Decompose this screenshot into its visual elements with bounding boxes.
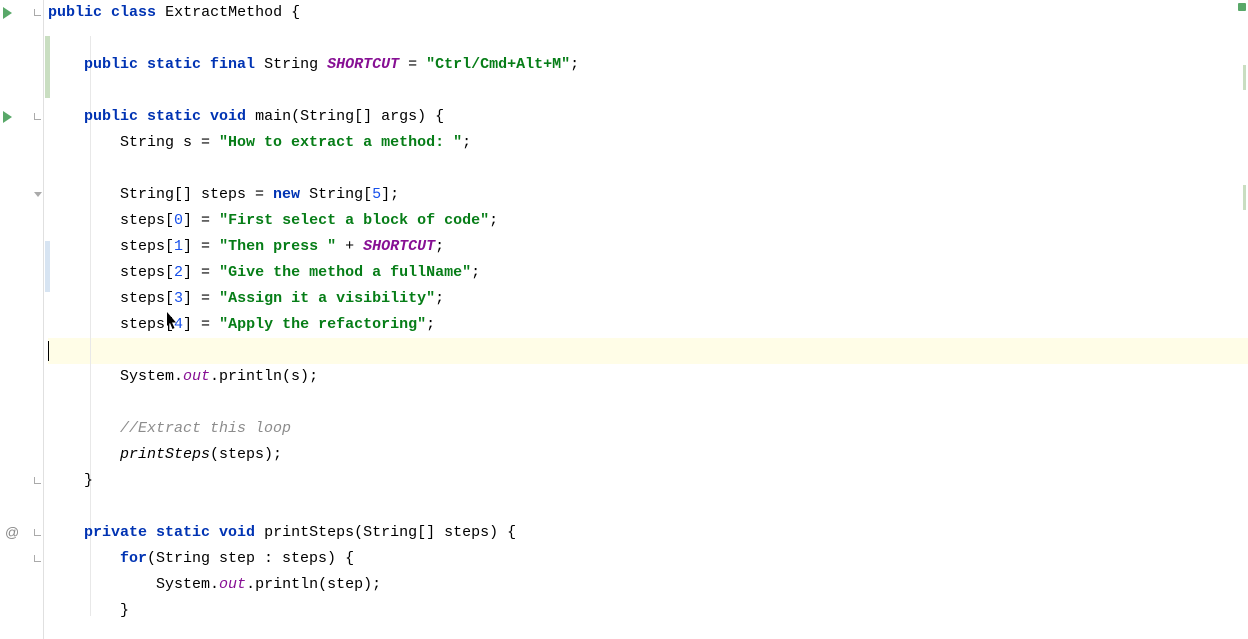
comment: //Extract this loop [120,420,291,437]
field-type: String [264,56,318,73]
method-modifiers: public static void [84,108,246,125]
step-pre: steps[ [120,212,174,229]
fold-end-icon[interactable] [34,477,41,484]
code-editor[interactable]: @ public class ExtractMethod { public st… [0,0,1248,639]
code-content[interactable]: public class ExtractMethod { public stat… [44,0,1248,639]
var-decl-pre: String s = [120,134,219,151]
fold-icon[interactable] [34,555,41,562]
println-mid: .println(step); [246,576,381,593]
out-ref: out [219,576,246,593]
field-modifiers: public static final [84,56,255,73]
println-mid: .println(s); [210,368,318,385]
fold-arrow-icon[interactable] [34,192,42,197]
override-icon[interactable]: @ [5,524,19,540]
brace-close: } [120,602,129,619]
params: (String[] steps) { [354,524,516,541]
arr-decl-pre: String[] steps = [120,186,273,203]
index: 2 [174,264,183,281]
string-literal: "How to extract a method: " [219,134,462,151]
string-literal: "Give the method a fullName" [219,264,471,281]
class-name: ExtractMethod [165,4,282,21]
string-literal: "Ctrl/Cmd+Alt+M" [426,56,570,73]
for-rest: (String step : steps) { [147,550,354,567]
semi: ; [471,264,480,281]
string-literal: "Then press " [219,238,336,255]
active-line-highlight [48,338,1248,364]
brace-close: } [84,472,93,489]
println-pre: System. [156,576,219,593]
index: 1 [174,238,183,255]
out-ref: out [183,368,210,385]
step-pre: steps[ [120,316,174,333]
gutter: @ [0,0,44,639]
step-mid: ] = [183,212,219,229]
mouse-cursor-icon [167,312,179,330]
step-mid: ] = [183,238,219,255]
keyword-public: public [48,4,102,21]
fold-icon[interactable] [34,529,41,536]
text-cursor [48,341,49,361]
fold-icon[interactable] [34,9,41,16]
field-name: SHORTCUT [327,56,399,73]
field-ref: SHORTCUT [363,238,435,255]
semi: ; [426,316,435,333]
println-pre: System. [120,368,183,385]
keyword-new: new [273,186,300,203]
method-call: printSteps [120,446,210,463]
index: 0 [174,212,183,229]
brace: { [282,4,300,21]
fold-icon[interactable] [34,113,41,120]
step-pre: steps[ [120,238,174,255]
inspection-status-icon[interactable] [1238,3,1246,11]
vcs-overview-marker[interactable] [1243,65,1246,90]
string-literal: "Apply the refactoring" [219,316,426,333]
semi: ; [570,56,579,73]
index: 3 [174,290,183,307]
step-mid: ] = [183,316,219,333]
number-literal: 5 [372,186,381,203]
plus: + [336,238,363,255]
params: (String[] args) { [291,108,444,125]
eq: = [399,56,426,73]
method-name: main [255,108,291,125]
semi: ; [435,238,444,255]
step-pre: steps[ [120,290,174,307]
run-method-icon[interactable] [3,111,12,123]
method-modifiers: private static void [84,524,255,541]
string-literal: "First select a block of code" [219,212,489,229]
semi: ; [435,290,444,307]
call-args: (steps); [210,446,282,463]
step-mid: ] = [183,290,219,307]
arr-post: ]; [381,186,399,203]
method-name: printSteps [264,524,354,541]
vcs-overview-marker[interactable] [1243,185,1246,210]
scrollbar[interactable] [1236,0,1248,639]
semi: ; [489,212,498,229]
arr-type: String[ [300,186,372,203]
keyword-for: for [120,550,147,567]
run-class-icon[interactable] [3,7,12,19]
string-literal: "Assign it a visibility" [219,290,435,307]
semi: ; [462,134,471,151]
step-mid: ] = [183,264,219,281]
keyword-class: class [111,4,156,21]
step-pre: steps[ [120,264,174,281]
